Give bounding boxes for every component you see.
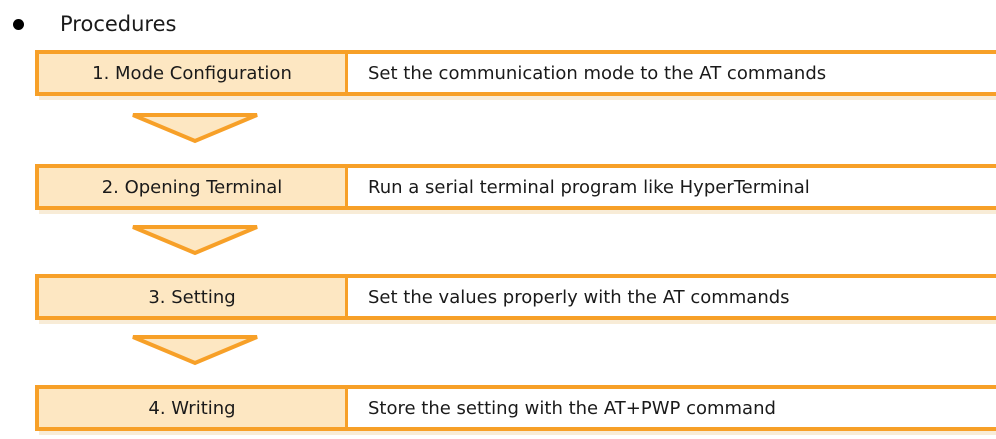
down-arrow-icon (132, 335, 258, 366)
step-4-label: 4. Writing (39, 389, 348, 427)
step-4-description: Store the setting with the AT+PWP comman… (368, 397, 776, 419)
step-1-label: 1. Mode Configuration (39, 54, 348, 92)
step-box: 3. Setting Set the values properly with … (35, 274, 996, 320)
step-3-label: 3. Setting (39, 278, 348, 316)
down-arrow-icon (132, 225, 258, 256)
bullet-icon (13, 19, 24, 30)
step-2-description: Run a serial terminal program like Hyper… (368, 176, 810, 198)
step-2: 2. Opening Terminal Run a serial termina… (35, 164, 996, 214)
step-4: 4. Writing Store the setting with the AT… (35, 385, 996, 435)
step-box: 2. Opening Terminal Run a serial termina… (35, 164, 996, 210)
step-2-label: 2. Opening Terminal (39, 168, 348, 206)
step-1-description: Set the communication mode to the AT com… (368, 62, 827, 84)
step-box: 4. Writing Store the setting with the AT… (35, 385, 996, 431)
step-3-description: Set the values properly with the AT comm… (368, 286, 790, 308)
down-arrow-icon (132, 113, 258, 144)
step-3: 3. Setting Set the values properly with … (35, 274, 996, 324)
step-box: 1. Mode Configuration Set the communicat… (35, 50, 996, 96)
section-heading: Procedures (60, 12, 177, 36)
step-1: 1. Mode Configuration Set the communicat… (35, 50, 996, 100)
